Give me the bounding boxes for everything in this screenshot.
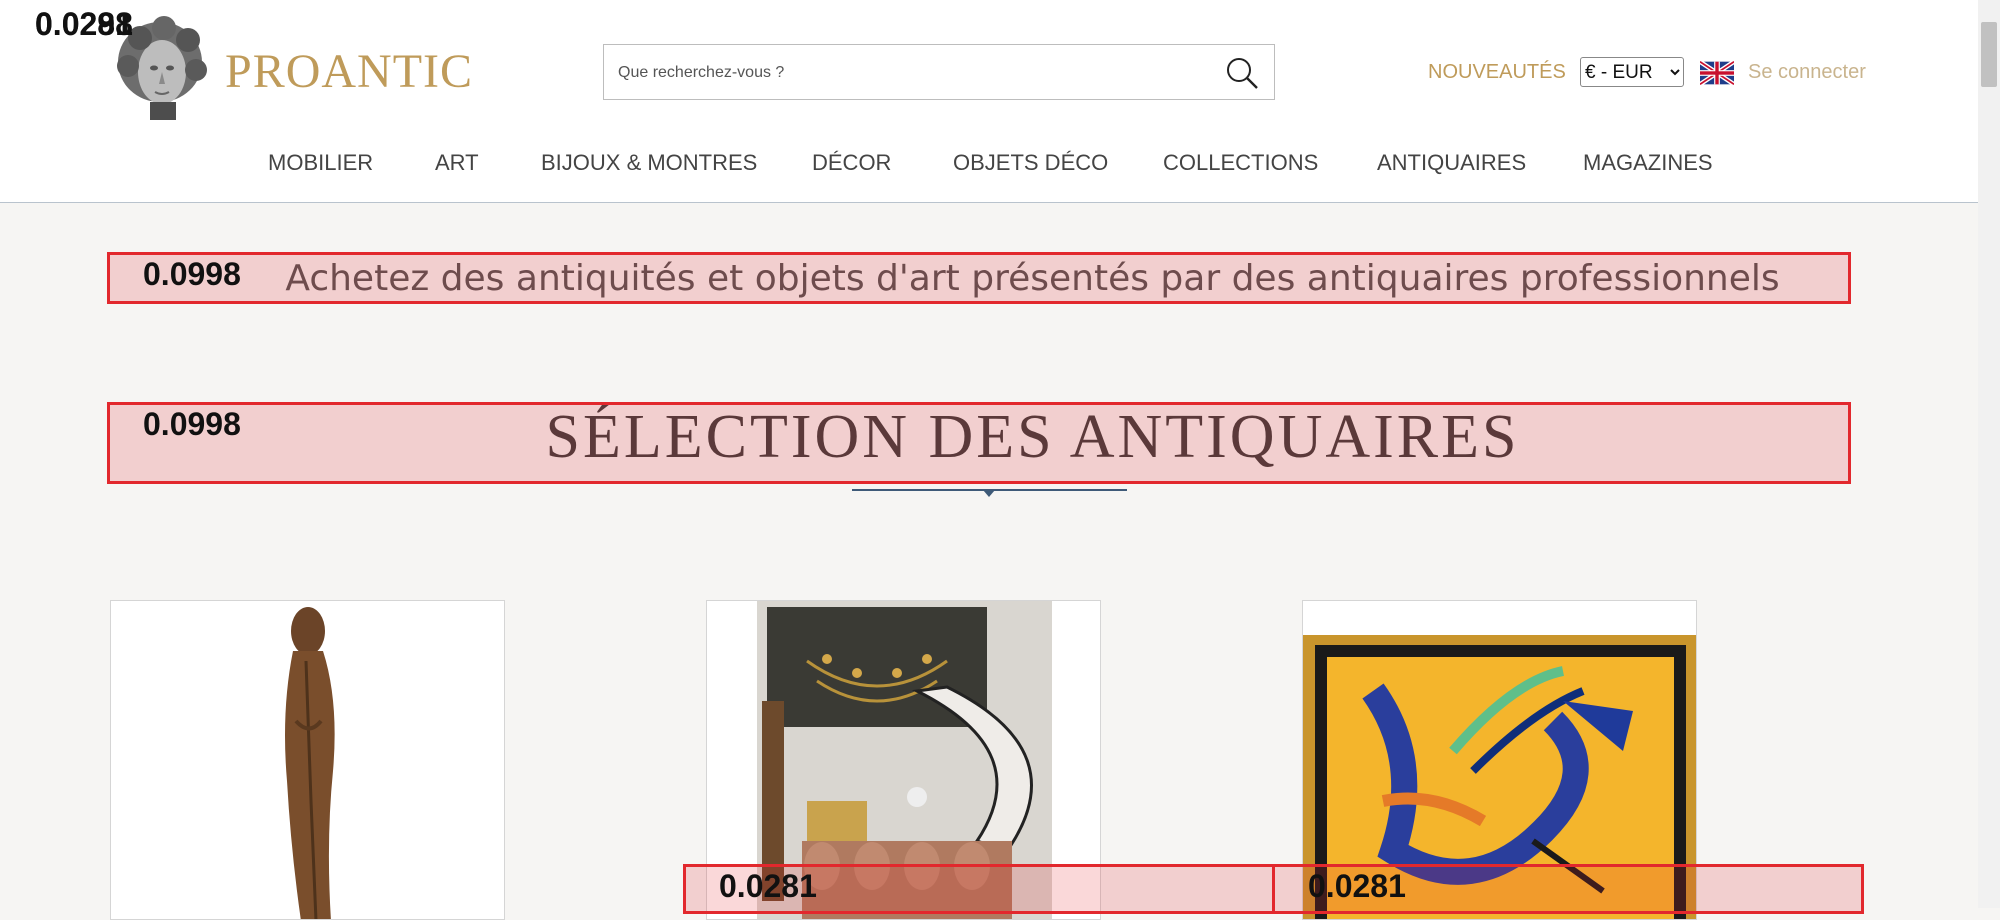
nav-item-magazines[interactable]: MAGAZINES <box>1583 150 1713 176</box>
new-arrivals-link[interactable]: NOUVEAUTÉS <box>1428 61 1566 84</box>
nav-item-collections[interactable]: COLLECTIONS <box>1163 150 1318 176</box>
card3-score: 0.0281 <box>1308 868 1406 904</box>
nav-item-mobilier[interactable]: MOBILIER <box>268 150 373 176</box>
currency-select[interactable]: € - EUR <box>1580 57 1684 87</box>
section-title-highlight <box>107 402 1851 484</box>
wooden-statue-image <box>111 601 504 919</box>
nav-item-antiquaires[interactable]: ANTIQUAIRES <box>1377 150 1526 176</box>
brand-name[interactable]: PROANTIC <box>225 44 473 99</box>
site-header: PROANTIC NOUVEAUTÉS € - EUR Se connecter… <box>0 0 1978 203</box>
scrollbar-thumb[interactable] <box>1981 22 1997 87</box>
card2-score: 0.0281 <box>719 868 817 904</box>
search-input[interactable] <box>616 57 1200 89</box>
nav-item-bijoux-montres[interactable]: BIJOUX & MONTRES <box>541 150 757 176</box>
search-icon[interactable] <box>1224 55 1260 91</box>
uk-flag-icon[interactable] <box>1700 60 1734 86</box>
product-card-statue[interactable] <box>110 600 505 920</box>
page-scrollbar[interactable] <box>1978 0 2000 908</box>
title-divider <box>852 489 1127 497</box>
nav-item-decor[interactable]: DÉCOR <box>812 150 891 176</box>
tagline-score: 0.0998 <box>143 256 241 292</box>
corner-score-b: 0.0281 <box>35 6 133 42</box>
tagline-highlight <box>107 252 1851 304</box>
section-title-score: 0.0998 <box>143 406 241 442</box>
main-nav: MOBILIER ART BIJOUX & MONTRES DÉCOR OBJE… <box>0 150 1978 180</box>
login-link[interactable]: Se connecter <box>1748 61 1866 84</box>
search-bar <box>603 44 1275 100</box>
nav-item-art[interactable]: ART <box>435 150 479 176</box>
nav-item-objets-deco[interactable]: OBJETS DÉCO <box>953 150 1108 176</box>
